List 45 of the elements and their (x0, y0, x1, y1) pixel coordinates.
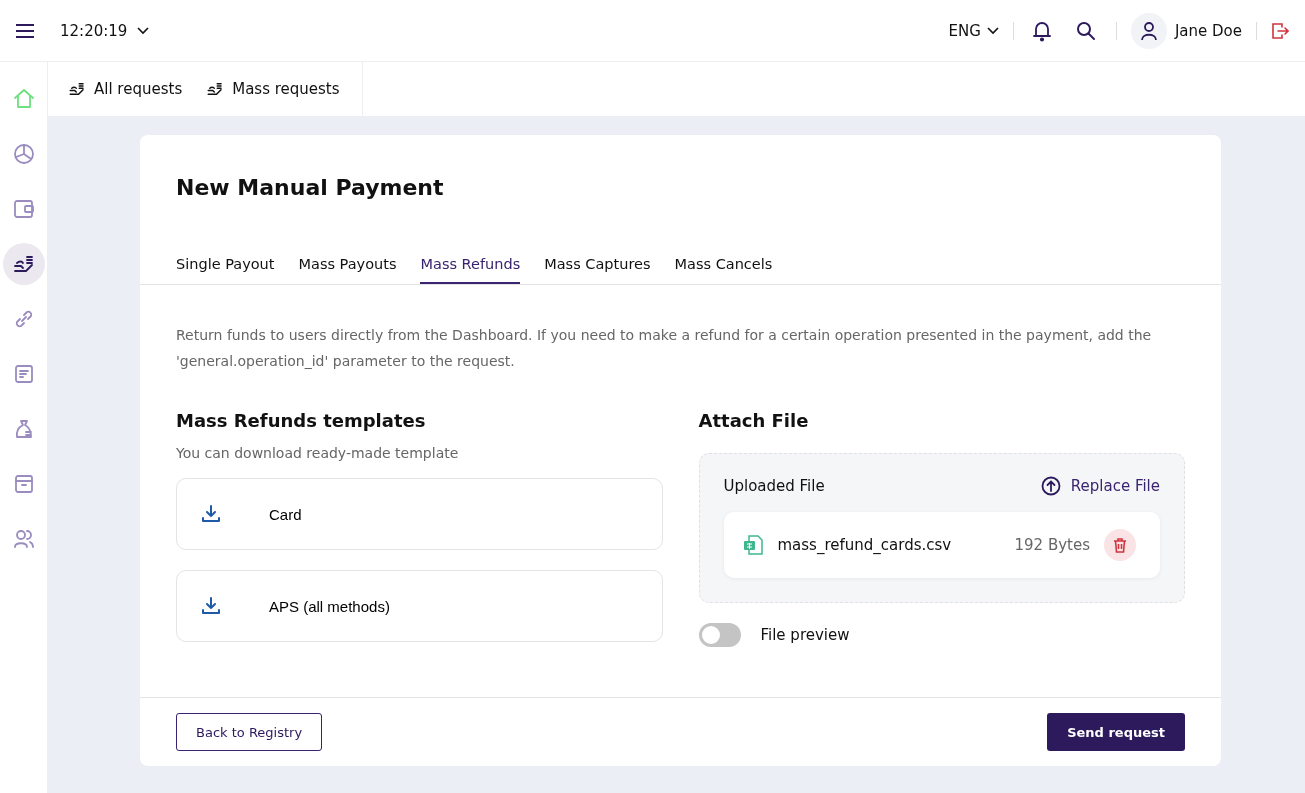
description: Return funds to users directly from the Dashboard. If you need to make a refund for a certain operation presented in the payment, add the 'general.operation_id' parameter to the request. (176, 326, 1153, 371)
tab[interactable]: Mass Cancels (674, 255, 773, 284)
trash-icon (1113, 537, 1127, 553)
language-selector[interactable]: ENG (948, 21, 981, 40)
tab[interactable]: Mass Payouts (298, 255, 397, 284)
replace-file-link[interactable]: Replace File (1040, 476, 1160, 496)
sidebar-item[interactable] (2, 243, 45, 285)
home-icon (11, 87, 36, 111)
tab[interactable]: Single Payout (176, 255, 275, 284)
spreadsheet-icon (741, 534, 764, 556)
section-subtitle: You can download ready-made template (176, 445, 460, 461)
payout-icon (68, 80, 86, 98)
avatar[interactable] (1130, 12, 1167, 49)
section-title: Mass Refunds templates (176, 410, 427, 431)
tab[interactable]: Mass Refunds (420, 255, 521, 284)
template-download[interactable]: Card (176, 478, 663, 550)
download-icon (201, 504, 221, 524)
search-icon[interactable] (1075, 20, 1096, 41)
user-name[interactable]: Jane Doe (1174, 21, 1242, 40)
send-button[interactable]: Send request (1047, 713, 1185, 751)
upload-icon (1040, 476, 1061, 496)
preview-toggle[interactable] (698, 623, 741, 647)
file-size: 192 Bytes (1014, 536, 1090, 554)
uploaded-label: Uploaded File (723, 477, 825, 495)
bell-icon[interactable] (1031, 19, 1052, 42)
delete-button[interactable] (1104, 529, 1136, 561)
nav-link[interactable]: All requests (68, 80, 183, 98)
payout-icon (206, 80, 225, 98)
menu-icon[interactable] (16, 23, 34, 38)
clock-time: 12:20:19 (60, 21, 128, 40)
template-download[interactable]: APS (all methods) (176, 570, 663, 642)
file-name: mass_refund_cards.csv (777, 536, 953, 554)
chevron-down-icon[interactable] (986, 26, 999, 35)
chart-icon (11, 142, 36, 166)
page-title: New Manual Payment (175, 174, 445, 202)
wallet-icon (11, 197, 36, 221)
toggle-label: File preview (760, 626, 850, 644)
users-icon (11, 527, 36, 551)
download-icon (201, 596, 221, 616)
back-button[interactable]: Back to Registry (176, 713, 323, 751)
nav-link[interactable]: Mass requests (206, 80, 340, 98)
logout-icon[interactable] (1271, 21, 1289, 40)
section-title: Attach File (698, 410, 810, 431)
chevron-down-icon[interactable] (137, 26, 150, 35)
tab[interactable]: Mass Captures (544, 255, 651, 284)
